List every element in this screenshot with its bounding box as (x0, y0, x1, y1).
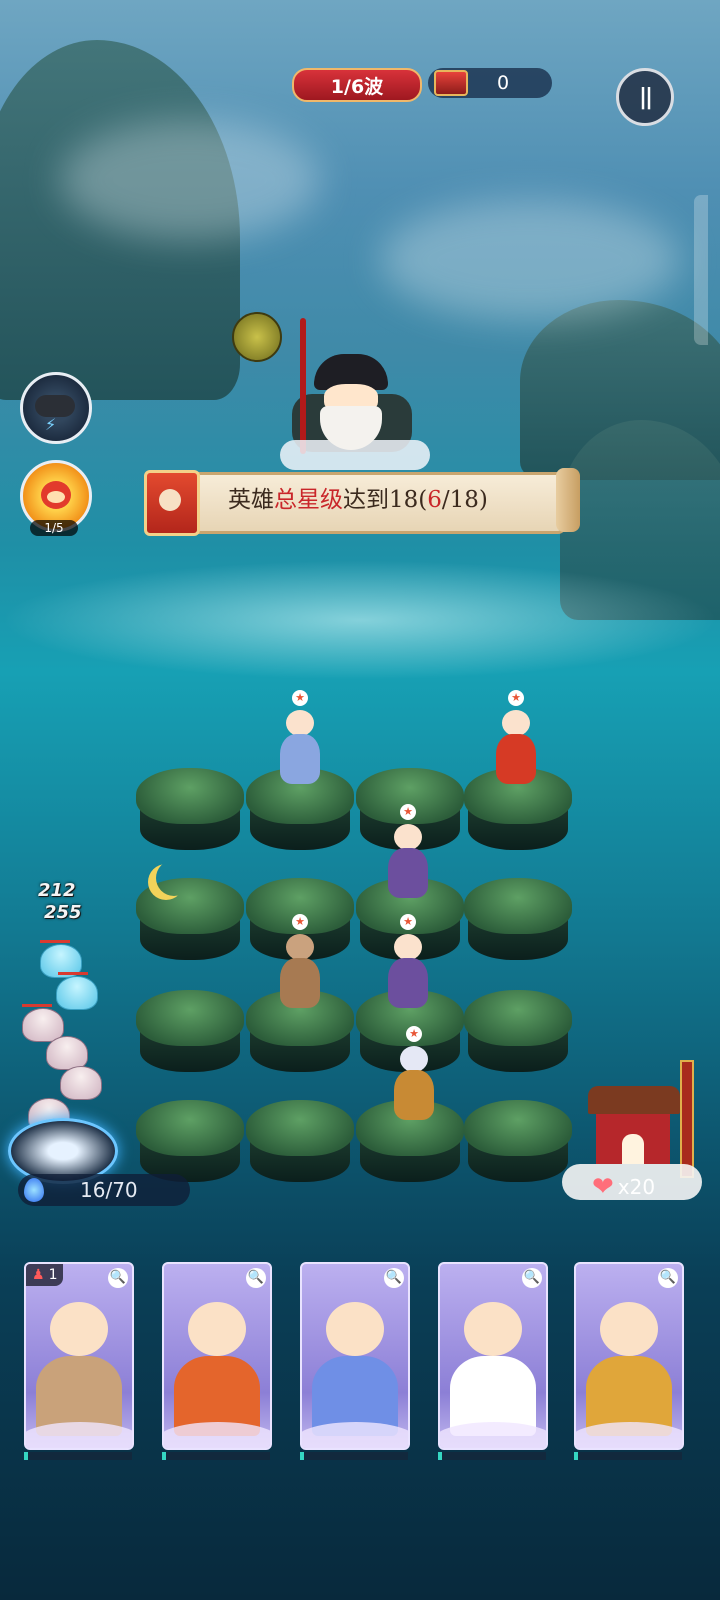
quest-card-icon (144, 470, 200, 536)
grid-hero-dancer[interactable]: ★ (378, 804, 438, 904)
grid-hero-warrior-rider[interactable]: ★ (384, 1026, 444, 1126)
magnifier-icon[interactable]: 🔍 (246, 1268, 266, 1288)
storm-skill-button[interactable]: ⚡ (20, 372, 92, 444)
hero-card-dancer-hero[interactable]: 🔍 (438, 1262, 548, 1450)
card-cooldown-bar (574, 1452, 682, 1460)
crescent-moon-icon (156, 860, 192, 896)
wave-text: 1/6波 (330, 75, 384, 98)
star-icon: ★ (406, 1026, 422, 1042)
pause-icon: || (638, 84, 653, 110)
enemy-hp-bar (40, 940, 70, 943)
damage-number: 255 (44, 902, 82, 923)
lives-value: x20 (617, 1175, 656, 1199)
magnifier-icon[interactable]: 🔍 (522, 1268, 542, 1288)
enemy-hp-bar (58, 972, 88, 975)
heart-icon: ❤ (592, 1172, 614, 1202)
water-drop-icon (24, 1178, 44, 1202)
wave-counter: 1/6波 (292, 68, 422, 102)
grid-slot[interactable] (464, 1100, 572, 1186)
turtle-shell-icon (232, 312, 282, 362)
grid-slot[interactable] (136, 990, 244, 1076)
grid-slot[interactable] (464, 878, 572, 964)
lives-counter: ❤ x20 (592, 1172, 655, 1202)
hero-card-monkey-staff-hero[interactable]: ♟ 1 🔍 (24, 1262, 134, 1450)
mist (60, 120, 320, 240)
person-icon: ♟ (32, 1267, 45, 1283)
side-drawer-tab[interactable] (694, 195, 708, 345)
enemy-clam (46, 1036, 88, 1070)
energy-value: 16/70 (80, 1178, 138, 1202)
lightning-icon: ⚡ (45, 415, 57, 434)
storm-cloud-icon (35, 395, 75, 417)
card-cooldown-bar (300, 1452, 408, 1460)
quest-text: 英雄总星级达到18(6/18) (228, 487, 488, 513)
enemy-clam (60, 1066, 102, 1100)
coin-value: 0 (496, 72, 510, 94)
grid-slot[interactable] (464, 990, 572, 1076)
damage-number: 212 (38, 880, 76, 901)
grid-hero-dancer[interactable]: ★ (378, 914, 438, 1014)
star-icon: ★ (400, 804, 416, 820)
boss-sage (282, 354, 422, 464)
grid-slot[interactable] (136, 878, 244, 964)
coin-chest-icon (434, 70, 468, 96)
grid-hero-monkey-staff[interactable]: ★ (270, 914, 330, 1014)
owned-count: ♟ 1 (26, 1264, 64, 1286)
card-cooldown-bar (24, 1452, 132, 1460)
grid-hero-opera-lady[interactable]: ★ (270, 690, 330, 790)
skill-uses-count: 1/5 (30, 520, 78, 536)
hero-card-warrior-rider-hero[interactable]: 🔍 (574, 1262, 684, 1450)
energy-counter: 16/70 (18, 1174, 190, 1206)
river-glow (0, 560, 720, 680)
card-cooldown-bar (438, 1452, 546, 1460)
grid-slot[interactable] (136, 768, 244, 854)
hero-card-fat-general-hero[interactable]: 🔍 (162, 1262, 272, 1450)
enemy-hp-bar (22, 1004, 52, 1007)
star-icon: ★ (508, 690, 524, 706)
mist (380, 200, 680, 320)
star-icon: ★ (400, 914, 416, 930)
card-cooldown-bar (162, 1452, 270, 1460)
grid-slot[interactable] (246, 1100, 354, 1186)
star-icon: ★ (292, 690, 308, 706)
star-icon: ★ (292, 914, 308, 930)
hero-card-opera-lady-hero[interactable]: 🔍 (300, 1262, 410, 1450)
magnifier-icon[interactable]: 🔍 (384, 1268, 404, 1288)
quest-banner: 英雄总星级达到18(6/18) (144, 468, 580, 536)
magnifier-icon[interactable]: 🔍 (108, 1268, 128, 1288)
enemy-clam (56, 976, 98, 1010)
magnifier-icon[interactable]: 🔍 (658, 1268, 678, 1288)
coin-counter: 0 (428, 68, 552, 98)
monkey-king-icon (41, 481, 71, 509)
pause-button[interactable]: || (616, 68, 674, 126)
grid-hero-fat-general[interactable]: ★ (486, 690, 546, 790)
